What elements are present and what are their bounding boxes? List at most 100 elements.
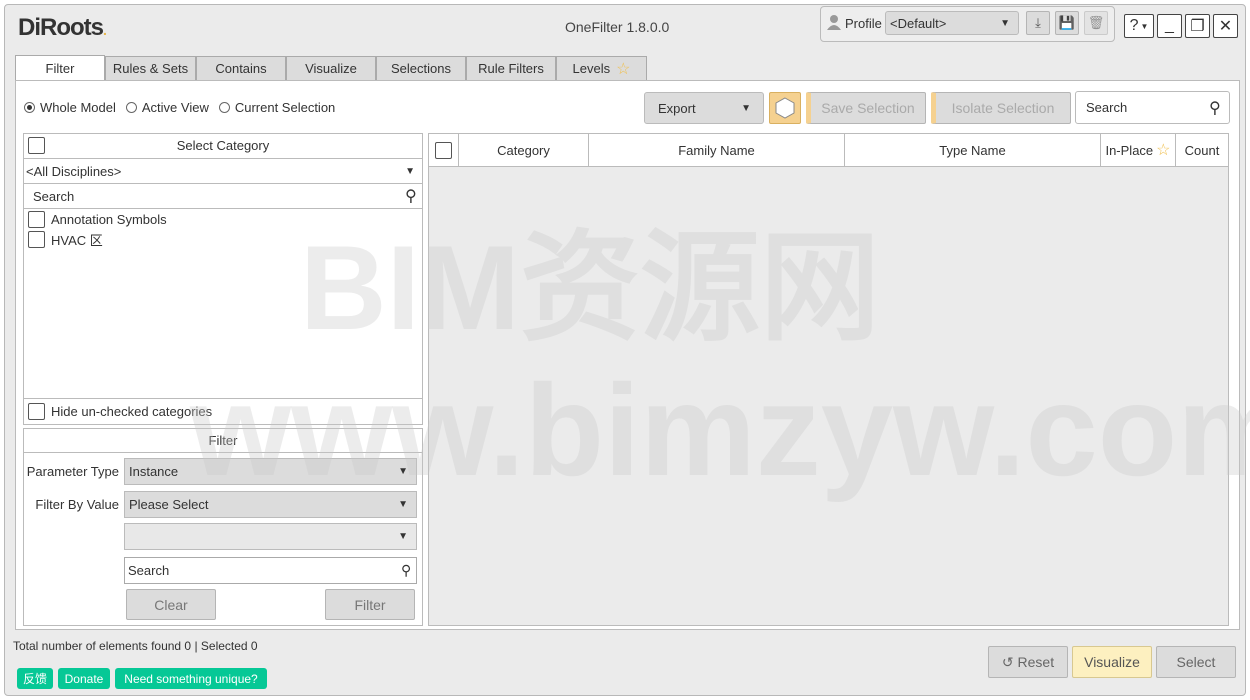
search-placeholder: Search (33, 189, 74, 204)
parameter-type-label: Parameter Type (23, 464, 119, 479)
minimize-button[interactable]: _ (1157, 14, 1182, 38)
parameter-type-value: Instance (129, 464, 178, 479)
view-3d-button[interactable] (769, 92, 801, 124)
hide-unchecked-checkbox[interactable]: Hide un-checked categories (23, 398, 423, 424)
column-type-name[interactable]: Type Name (845, 134, 1101, 166)
grid-header: Category Family Name Type Name In-Place☆… (429, 134, 1228, 167)
cube-icon (774, 96, 796, 120)
value-search-input[interactable]: Search⚲ (124, 557, 417, 584)
visualize-label: Visualize (1084, 654, 1140, 670)
feedback-label: 反馈 (23, 670, 47, 687)
download-icon: ⤓ (1035, 15, 1041, 31)
trash-icon: 🗑 (1088, 15, 1105, 31)
radio-active-view[interactable]: Active View (126, 100, 209, 115)
category-checkbox[interactable] (28, 231, 45, 248)
category-search-input[interactable]: Search ⚲ (23, 184, 423, 209)
tab-rules-sets[interactable]: Rules & Sets (105, 56, 196, 81)
search-icon: ⚲ (405, 186, 417, 206)
category-checkbox[interactable] (28, 211, 45, 228)
visualize-button[interactable]: Visualize (1072, 646, 1152, 678)
tab-visualize[interactable]: Visualize (286, 56, 376, 81)
help-icon: ? (1130, 17, 1139, 35)
category-item[interactable]: Annotation Symbols (28, 211, 167, 228)
clear-label: Clear (154, 597, 187, 613)
unique-label: Need something unique? (124, 672, 257, 686)
tab-filter[interactable]: Filter (15, 55, 105, 81)
tab-selections[interactable]: Selections (376, 56, 466, 81)
reset-button[interactable]: ↺ Reset (988, 646, 1068, 678)
column-label: Count (1185, 143, 1220, 158)
column-family-name[interactable]: Family Name (589, 134, 845, 166)
category-item[interactable]: HVAC 区 (28, 230, 103, 249)
select-button[interactable]: Select (1156, 646, 1236, 678)
profile-value: <Default> (890, 16, 946, 31)
chevron-down-icon: ▼ (398, 499, 408, 510)
column-label: Category (497, 143, 550, 158)
search-icon: ⚲ (401, 562, 411, 579)
discipline-select[interactable]: <All Disciplines> ▼ (23, 158, 423, 184)
tab-levels[interactable]: Levels ☆ (556, 56, 647, 81)
save-icon: 💾 (1059, 15, 1075, 31)
chevron-down-icon: ▼ (398, 466, 408, 477)
value-select[interactable]: ▼ (124, 523, 417, 550)
search-icon: ⚲ (1209, 98, 1221, 118)
close-icon: ✕ (1219, 16, 1232, 36)
chevron-down-icon: ▼ (405, 166, 415, 177)
tab-rule-filters[interactable]: Rule Filters (466, 56, 556, 81)
clear-button[interactable]: Clear (126, 589, 216, 620)
hide-unchecked-label: Hide un-checked categories (51, 404, 212, 419)
chevron-down-icon: ▼ (1000, 18, 1010, 29)
checkbox[interactable] (435, 142, 452, 159)
restore-icon: ❐ (1190, 16, 1204, 36)
column-count[interactable]: Count (1176, 134, 1228, 166)
tab-label: Levels (573, 61, 611, 76)
isolate-selection-button[interactable]: Isolate Selection (931, 92, 1071, 124)
tab-label: Filter (46, 61, 75, 76)
help-button[interactable]: ?▼ (1124, 14, 1154, 38)
save-selection-label: Save Selection (821, 100, 914, 116)
window-title: OneFilter 1.8.0.0 (565, 19, 669, 35)
reset-label: ↺ Reset (1002, 654, 1054, 671)
status-text: Total number of elements found 0 | Selec… (13, 639, 258, 653)
star-icon: ☆ (1156, 140, 1170, 160)
save-profile-button[interactable]: 💾 (1055, 11, 1079, 35)
close-button[interactable]: ✕ (1213, 14, 1238, 38)
need-something-unique-button[interactable]: Need something unique? (115, 668, 267, 689)
restore-button[interactable]: ❐ (1185, 14, 1210, 38)
user-icon (826, 14, 842, 30)
filter-button[interactable]: Filter (325, 589, 415, 620)
tab-label: Contains (215, 61, 266, 76)
profile-select[interactable]: <Default> ▼ (885, 11, 1019, 35)
category-label: Annotation Symbols (51, 212, 167, 227)
save-selection-button[interactable]: Save Selection (806, 92, 926, 124)
donate-button[interactable]: Donate (58, 668, 110, 689)
column-label: In-Place (1105, 143, 1153, 158)
column-in-place[interactable]: In-Place☆ (1101, 134, 1176, 166)
parameter-type-select[interactable]: Instance ▼ (124, 458, 417, 485)
radio-current-selection[interactable]: Current Selection (219, 100, 335, 115)
tab-label: Selections (391, 61, 451, 76)
import-profile-button[interactable]: ⤓ (1026, 11, 1050, 35)
diroots-logo: DiRoots. (18, 14, 106, 42)
radio-label: Whole Model (40, 100, 116, 115)
feedback-button[interactable]: 反馈 (17, 668, 53, 689)
discipline-value: <All Disciplines> (26, 164, 121, 179)
select-label: Select (1177, 654, 1216, 670)
star-icon: ☆ (616, 59, 630, 79)
checkbox[interactable] (28, 403, 45, 420)
filter-by-value-select[interactable]: Please Select ▼ (124, 491, 417, 518)
tab-contains[interactable]: Contains (196, 56, 286, 81)
export-dropdown[interactable]: Export▼ (644, 92, 764, 124)
select-all-rows[interactable] (429, 134, 459, 166)
logo-text: DiRoots (18, 14, 103, 41)
profile-label: Profile (845, 16, 882, 31)
column-category[interactable]: Category (459, 134, 589, 166)
radio-whole-model[interactable]: Whole Model (24, 100, 116, 115)
results-grid: Category Family Name Type Name In-Place☆… (428, 133, 1229, 626)
grid-search-input[interactable]: Search⚲ (1075, 91, 1230, 124)
filter-by-value-value: Please Select (129, 497, 209, 512)
column-label: Type Name (939, 143, 1005, 158)
column-label: Family Name (678, 143, 755, 158)
scope-radio-group: Whole Model Active View Current Selectio… (24, 100, 335, 115)
delete-profile-button[interactable]: 🗑 (1084, 11, 1108, 35)
